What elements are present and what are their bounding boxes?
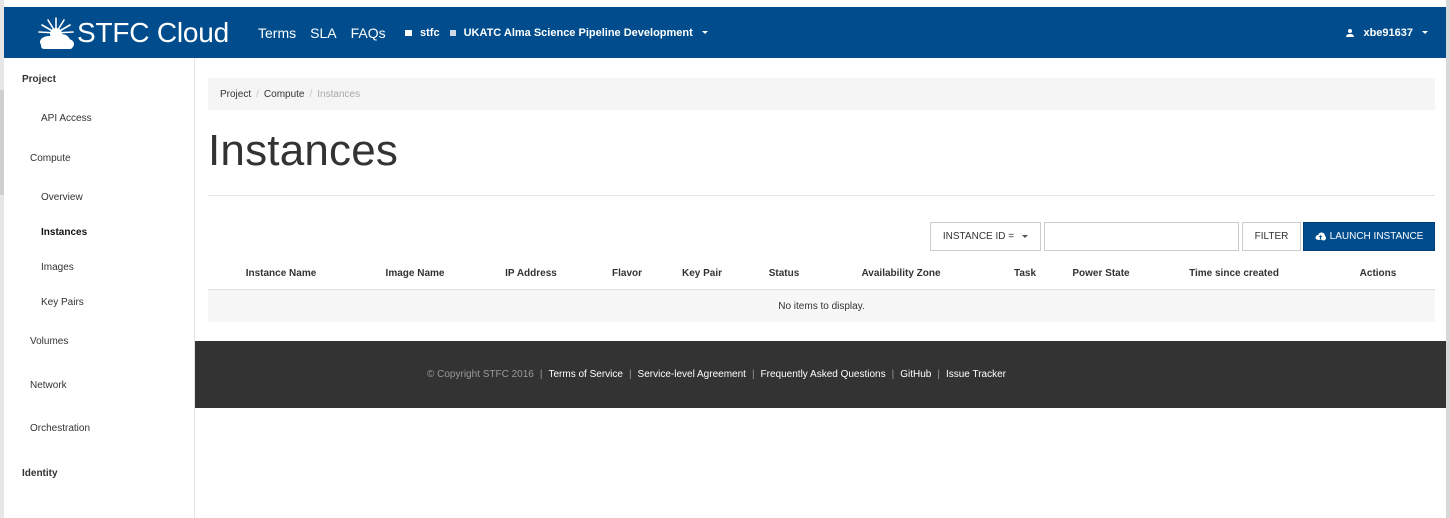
footer-link-github[interactable]: GitHub bbox=[900, 369, 931, 380]
nav-link-faqs[interactable]: FAQs bbox=[351, 25, 386, 41]
footer-separator: | bbox=[751, 369, 755, 380]
column-flavor[interactable]: Flavor bbox=[612, 268, 642, 279]
sidebar-item-volumes[interactable]: Volumes bbox=[30, 336, 68, 347]
footer-separator: | bbox=[539, 369, 543, 380]
top-navbar: STFC Cloud Terms SLA FAQs stfc UKATC Alm… bbox=[4, 7, 1446, 58]
sidebar: Project API Access Compute Overview Inst… bbox=[4, 58, 195, 518]
footer-separator: | bbox=[937, 369, 940, 380]
footer-separator: | bbox=[628, 369, 632, 380]
brand-logo[interactable]: STFC Cloud bbox=[37, 13, 229, 53]
instances-table-header: Instance Name Image Name IP Address Flav… bbox=[208, 258, 1435, 290]
empty-table-row: No items to display. bbox=[208, 290, 1435, 322]
column-key-pair[interactable]: Key Pair bbox=[682, 268, 722, 279]
user-name: xbe91637 bbox=[1363, 26, 1413, 39]
column-task[interactable]: Task bbox=[1014, 268, 1036, 279]
sidebar-item-key-pairs[interactable]: Key Pairs bbox=[41, 297, 84, 308]
domain-icon bbox=[405, 29, 412, 36]
domain-name: stfc bbox=[420, 26, 440, 39]
breadcrumb-separator: / bbox=[256, 88, 259, 100]
filter-button[interactable]: FILTER bbox=[1242, 222, 1301, 251]
breadcrumb-compute[interactable]: Compute bbox=[264, 89, 305, 100]
filter-field-label: INSTANCE ID = bbox=[942, 231, 1015, 242]
chevron-down-icon bbox=[701, 31, 708, 34]
project-icon bbox=[449, 29, 456, 36]
breadcrumb: Project / Compute / Instances bbox=[208, 78, 1435, 110]
breadcrumb-project[interactable]: Project bbox=[220, 89, 251, 100]
sidebar-item-network[interactable]: Network bbox=[30, 380, 67, 391]
sidebar-header-project[interactable]: Project bbox=[22, 74, 56, 85]
launch-instance-button[interactable]: LAUNCH INSTANCE bbox=[1303, 222, 1435, 251]
column-power-state[interactable]: Power State bbox=[1072, 268, 1129, 279]
footer-separator: | bbox=[891, 369, 895, 380]
footer-link-sla[interactable]: Service-level Agreement bbox=[638, 369, 746, 380]
footer-copyright: © Copyright STFC 2016 bbox=[427, 369, 534, 380]
filter-input[interactable] bbox=[1044, 222, 1239, 251]
top-nav-links: Terms SLA FAQs bbox=[258, 7, 400, 58]
project-selector[interactable]: stfc UKATC Alma Science Pipeline Develop… bbox=[405, 7, 708, 58]
project-name: UKATC Alma Science Pipeline Development bbox=[463, 26, 693, 39]
chevron-down-icon bbox=[1422, 31, 1428, 34]
sidebar-item-api-access[interactable]: API Access bbox=[41, 113, 92, 124]
page-title: Instances bbox=[208, 126, 399, 175]
empty-message: No items to display. bbox=[778, 300, 865, 312]
column-status[interactable]: Status bbox=[769, 268, 800, 279]
column-ip-address[interactable]: IP Address bbox=[505, 268, 557, 279]
footer-link-issue-tracker[interactable]: Issue Tracker bbox=[946, 369, 1006, 380]
column-availability-zone[interactable]: Availability Zone bbox=[861, 268, 940, 279]
sidebar-item-overview[interactable]: Overview bbox=[41, 192, 83, 203]
sidebar-item-images[interactable]: Images bbox=[41, 262, 74, 273]
browser-frame: STFC Cloud Terms SLA FAQs stfc UKATC Alm… bbox=[0, 0, 1450, 518]
brand-name[interactable]: STFC Cloud bbox=[77, 17, 229, 49]
sidebar-header-identity[interactable]: Identity bbox=[22, 468, 58, 479]
breadcrumb-instances: Instances bbox=[317, 88, 361, 100]
column-actions: Actions bbox=[1359, 268, 1397, 279]
column-time-since-created[interactable]: Time since created bbox=[1189, 268, 1279, 279]
column-instance-name[interactable]: Instance Name bbox=[246, 268, 317, 279]
sidebar-item-compute[interactable]: Compute bbox=[30, 153, 71, 164]
top-edge bbox=[0, 0, 1450, 7]
user-menu[interactable]: xbe91637 bbox=[1346, 7, 1428, 58]
sidebar-item-orchestration[interactable]: Orchestration bbox=[30, 423, 90, 434]
column-image-name[interactable]: Image Name bbox=[386, 268, 445, 279]
nav-link-terms[interactable]: Terms bbox=[258, 25, 296, 41]
right-scrollbar[interactable] bbox=[1446, 0, 1450, 518]
chevron-down-icon bbox=[1022, 235, 1029, 238]
cloud-upload-icon bbox=[1315, 232, 1326, 241]
breadcrumb-separator: / bbox=[309, 88, 313, 100]
footer-link-faq[interactable]: Frequently Asked Questions bbox=[761, 369, 886, 380]
sun-cloud-icon bbox=[38, 17, 74, 49]
sidebar-item-instances[interactable]: Instances bbox=[41, 227, 87, 238]
footer-links: © Copyright STFC 2016 | Terms of Service… bbox=[427, 369, 1006, 380]
user-icon bbox=[1346, 28, 1355, 37]
launch-instance-label: LAUNCH INSTANCE bbox=[1329, 231, 1424, 242]
divider bbox=[208, 195, 1435, 196]
footer-link-terms-of-service[interactable]: Terms of Service bbox=[548, 369, 622, 380]
filter-field-select[interactable]: INSTANCE ID = bbox=[930, 222, 1041, 251]
page-footer: © Copyright STFC 2016 | Terms of Service… bbox=[195, 341, 1446, 408]
nav-link-sla[interactable]: SLA bbox=[310, 25, 336, 41]
